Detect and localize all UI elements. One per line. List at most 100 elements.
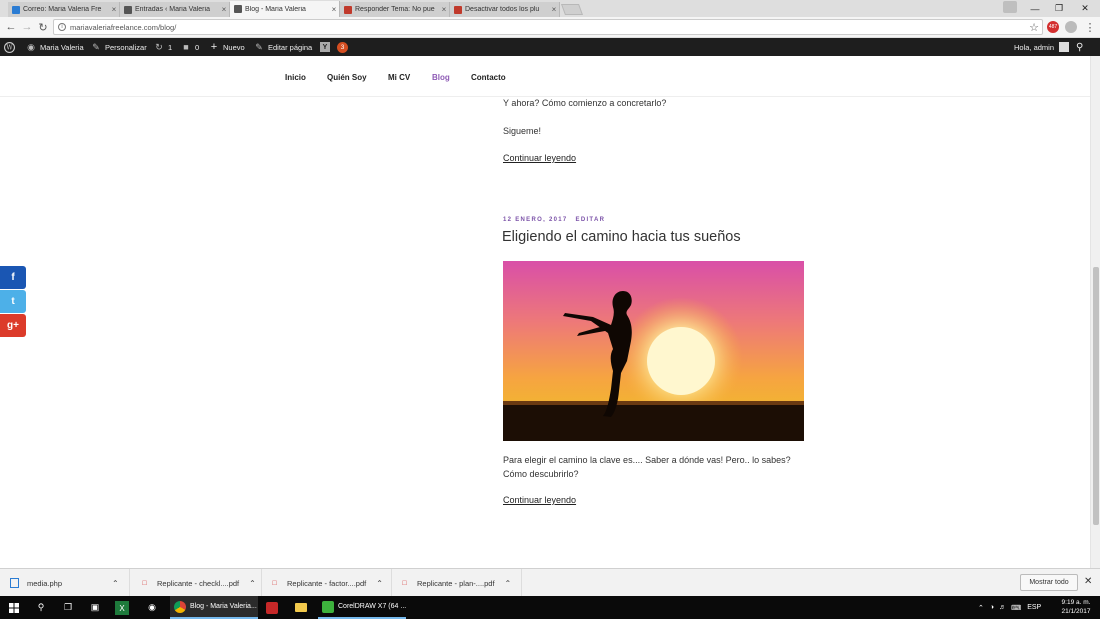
post-excerpt-line: Cómo descubrirlo?	[503, 469, 579, 479]
excel-icon[interactable]: X	[115, 601, 129, 615]
acrobat-icon[interactable]	[263, 599, 281, 616]
new-tab-button[interactable]	[560, 4, 584, 15]
browser-tab[interactable]: Desactivar todos los plu ×	[450, 2, 560, 17]
extension-icon[interactable]	[1065, 21, 1077, 33]
chevron-up-icon[interactable]: ⌃	[376, 579, 383, 588]
page-scrollbar[interactable]	[1090, 56, 1100, 568]
download-filename: media.php	[27, 578, 63, 588]
tab-title: Entradas ‹ Maria Valeria	[135, 6, 210, 13]
site-name-label: Maria Valeria	[40, 42, 84, 52]
new-content-link[interactable]: + Nuevo	[209, 38, 245, 56]
yoast-count-badge: 3	[337, 41, 348, 53]
browser-tab[interactable]: Entradas ‹ Maria Valeria ×	[120, 2, 230, 17]
taskbar-app-label: Blog - Maria Valeria...	[190, 603, 257, 610]
coreldraw-icon	[322, 600, 334, 613]
updates-link[interactable]: ↻ 1	[154, 38, 172, 56]
outlook-icon	[12, 5, 20, 14]
scrollbar-thumb[interactable]	[1093, 267, 1099, 525]
network-icon[interactable]: ◑	[990, 604, 994, 611]
post-meta: 12 ENERO, 2017 EDITAR	[503, 217, 610, 223]
url-text: mariavaleriafreelance.com/blog/	[70, 22, 177, 32]
chevron-up-icon[interactable]: ⌃	[249, 579, 256, 588]
keyboard-icon[interactable]: ⌨	[1011, 604, 1021, 612]
edit-post-link[interactable]: EDITAR	[576, 217, 606, 223]
system-clock[interactable]: 9:19 a. m. 21/1/2017	[1058, 598, 1094, 616]
googleplus-share-button[interactable]: g+	[0, 314, 26, 337]
download-item[interactable]: □ Replicante - factor....pdf ⌃	[270, 569, 392, 597]
search-icon[interactable]: ⚲	[1076, 38, 1083, 56]
taskbar-app-chrome[interactable]: Blog - Maria Valeria...	[170, 596, 258, 619]
close-downloads-icon[interactable]: ✕	[1084, 576, 1092, 587]
close-tab-icon[interactable]: ×	[219, 5, 229, 14]
windows-start-icon[interactable]	[5, 599, 23, 616]
windows-taskbar: ⚲ ❐ ▣ X ◉ Blog - Maria Valeria... CorelD…	[0, 596, 1100, 619]
download-filename: Replicante - plan-....pdf	[417, 578, 495, 588]
customize-link[interactable]: ✎ Personalizar	[91, 38, 146, 56]
updates-icon: ↻	[155, 41, 163, 52]
chevron-up-icon[interactable]: ⌃	[505, 579, 512, 588]
close-tab-icon[interactable]: ×	[329, 5, 339, 14]
file-explorer-icon[interactable]	[292, 599, 310, 616]
info-icon[interactable]: i	[58, 23, 66, 31]
nav-item-quien-soy[interactable]: Quién Soy	[327, 73, 367, 82]
post-date-link[interactable]: 12 ENERO, 2017	[503, 217, 568, 223]
comments-link[interactable]: ■ 0	[181, 38, 199, 56]
browser-tab[interactable]: Correo: Maria Valeria Fre ×	[8, 2, 120, 17]
nav-item-contacto[interactable]: Contacto	[471, 73, 506, 82]
bookmark-star-icon[interactable]: ☆	[1027, 20, 1041, 34]
extension-badge-icon[interactable]: 487	[1047, 21, 1059, 33]
post-title[interactable]: Eligiendo el camino hacia tus sueños	[502, 229, 741, 245]
site-favicon-icon	[234, 5, 242, 13]
pdf-icon: □	[272, 579, 277, 587]
yoast-icon: Y	[320, 42, 330, 52]
facebook-share-button[interactable]: f	[0, 266, 26, 289]
wordpress-logo-icon[interactable]: W	[4, 38, 15, 56]
site-name-link[interactable]: ◉ Maria Valeria	[26, 38, 84, 56]
close-window-icon[interactable]: ✕	[1073, 0, 1097, 17]
browser-tab-active[interactable]: Blog - Maria Valeria ×	[230, 1, 340, 17]
twitter-share-button[interactable]: t	[0, 290, 26, 313]
my-account-link[interactable]: Hola, admin	[1014, 38, 1070, 56]
yoast-seo-link[interactable]: Y 3	[320, 38, 348, 56]
download-item[interactable]: □ Replicante - checkl....pdf ⌃	[140, 569, 262, 597]
tab-title: Blog - Maria Valeria	[245, 5, 306, 13]
nav-item-inicio[interactable]: Inicio	[285, 73, 306, 82]
taskbar-app-coreldraw[interactable]: CorelDRAW X7 (64 ...	[318, 596, 406, 619]
close-tab-icon[interactable]: ×	[439, 5, 449, 14]
nav-item-blog[interactable]: Blog	[432, 73, 450, 82]
facebook-icon: f	[11, 272, 15, 283]
sunset-silhouette-image	[503, 261, 804, 441]
featured-image[interactable]	[503, 261, 804, 441]
language-indicator[interactable]: ESP	[1027, 604, 1041, 611]
chevron-up-icon[interactable]: ⌃	[978, 604, 984, 612]
nav-item-mi-cv[interactable]: Mi CV	[388, 73, 410, 82]
post-excerpt-line: Sigueme!	[503, 126, 542, 136]
chevron-up-icon[interactable]: ⌃	[112, 579, 119, 588]
back-icon[interactable]: ←	[4, 20, 18, 34]
task-view-icon[interactable]: ❐	[59, 599, 77, 616]
minimize-icon[interactable]: —	[1023, 0, 1047, 17]
restore-icon[interactable]: ❐	[1047, 0, 1071, 17]
browser-tab[interactable]: Responder Tema: No pue ×	[340, 2, 450, 17]
close-tab-icon[interactable]: ×	[109, 5, 119, 14]
forward-icon[interactable]: →	[20, 20, 34, 34]
reload-icon[interactable]: ↻	[36, 20, 50, 34]
close-tab-icon[interactable]: ×	[549, 5, 559, 14]
search-icon[interactable]: ⚲	[32, 599, 50, 616]
download-item[interactable]: media.php ⌃	[10, 569, 130, 597]
show-all-downloads-button[interactable]: Mostrar todo	[1020, 574, 1078, 591]
read-more-link[interactable]: Continuar leyendo	[503, 495, 576, 505]
edit-page-link[interactable]: ✎ Editar página	[254, 38, 312, 56]
file-icon	[10, 578, 19, 588]
store-icon[interactable]: ▣	[86, 599, 104, 616]
download-item[interactable]: □ Replicante - plan-....pdf ⌃	[400, 569, 522, 597]
tab-title: Correo: Maria Valeria Fre	[23, 6, 102, 13]
address-bar[interactable]: i mariavaleriafreelance.com/blog/	[53, 19, 1043, 35]
read-more-link[interactable]: Continuar leyendo	[503, 153, 576, 163]
clock-time: 9:19 a. m.	[1061, 599, 1091, 606]
profile-icon[interactable]	[1003, 1, 1017, 13]
menu-kebab-icon[interactable]: ⋮	[1083, 20, 1097, 34]
chrome-icon	[174, 600, 186, 613]
volume-icon[interactable]: ♬	[999, 604, 1006, 611]
app-icon[interactable]: ◉	[143, 599, 161, 616]
